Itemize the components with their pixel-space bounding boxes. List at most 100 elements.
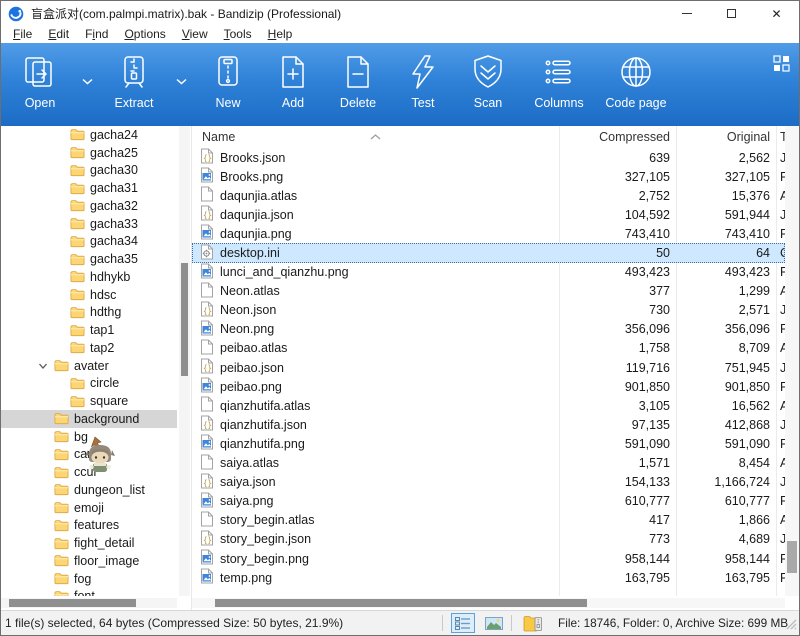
file-row-daqunjia.json[interactable]: {}daqunjia.json104,592591,944J	[192, 205, 785, 224]
file-row-peibao.json[interactable]: {}peibao.json119,716751,945J	[192, 358, 785, 377]
open-button[interactable]: Open	[9, 52, 71, 110]
file-row-qianzhutifa.atlas[interactable]: qianzhutifa.atlas3,10516,562A	[192, 396, 785, 415]
tree-item-ccui[interactable]: ccui	[1, 463, 177, 481]
new-button[interactable]: New	[197, 52, 259, 110]
tree-item-gacha25[interactable]: gacha25	[1, 144, 177, 162]
thumbnail-view-button[interactable]	[482, 614, 506, 632]
tree-item-floor_image[interactable]: floor_image	[1, 552, 177, 570]
tree-item-font[interactable]: font	[1, 588, 177, 597]
column-header-compressed[interactable]: Compressed	[559, 130, 676, 144]
file-row-story_begin.atlas[interactable]: story_begin.atlas4171,866A	[192, 511, 785, 530]
open-dropdown-button[interactable]	[74, 61, 100, 101]
tree-item-gacha30[interactable]: gacha30	[1, 162, 177, 180]
menu-edit[interactable]: Edit	[40, 26, 77, 43]
tree-item-dungeon_list[interactable]: dungeon_list	[1, 481, 177, 499]
scan-button[interactable]: Scan	[457, 52, 519, 110]
file-row-Neon.png[interactable]: Neon.png356,096356,096P	[192, 320, 785, 339]
tree-item-hdsc[interactable]: hdsc	[1, 286, 177, 304]
file-row-Neon.atlas[interactable]: Neon.atlas3771,299A	[192, 282, 785, 301]
tree-item-gacha32[interactable]: gacha32	[1, 197, 177, 215]
tree-item-tap2[interactable]: tap2	[1, 339, 177, 357]
list-horizontal-scrollbar[interactable]	[192, 598, 785, 608]
file-row-Brooks.json[interactable]: {}Brooks.json6392,562J	[192, 148, 785, 167]
sidebar-vertical-scrollbar-thumb[interactable]	[181, 263, 188, 376]
add-button[interactable]: Add	[262, 52, 324, 110]
list-horizontal-scrollbar-thumb[interactable]	[215, 599, 587, 607]
file-row-saiya.atlas[interactable]: saiya.atlas1,5718,454A	[192, 454, 785, 473]
file-row-daqunjia.atlas[interactable]: daqunjia.atlas2,75215,376A	[192, 186, 785, 205]
file-row-saiya.json[interactable]: {}saiya.json154,1331,166,724J	[192, 473, 785, 492]
svg-text:{}: {}	[203, 535, 212, 544]
menu-tools[interactable]: Tools	[216, 26, 260, 43]
test-button[interactable]: Test	[392, 52, 454, 110]
file-row-peibao.atlas[interactable]: peibao.atlas1,7588,709A	[192, 339, 785, 358]
file-row-qianzhutifa.json[interactable]: {}qianzhutifa.json97,135412,868J	[192, 415, 785, 434]
json-file-icon: {}	[200, 530, 214, 549]
tree-item-hdthg[interactable]: hdthg	[1, 304, 177, 322]
tree-item-fight_detail[interactable]: fight_detail	[1, 534, 177, 552]
open-archive-folder-button[interactable]	[520, 613, 546, 633]
file-row-desktop.ini[interactable]: desktop.ini5064C	[192, 243, 785, 262]
columns-button[interactable]: Columns	[522, 52, 596, 110]
close-button[interactable]: ✕	[754, 1, 799, 26]
file-row-daqunjia.png[interactable]: daqunjia.png743,410743,410P	[192, 224, 785, 243]
tree-item-hdhykb[interactable]: hdhykb	[1, 268, 177, 286]
tree-item-gacha31[interactable]: gacha31	[1, 179, 177, 197]
tree-item-emoji[interactable]: emoji	[1, 499, 177, 517]
column-header-original[interactable]: Original	[676, 130, 776, 144]
tree-item-tap1[interactable]: tap1	[1, 321, 177, 339]
tree-item-avater[interactable]: avater	[1, 357, 177, 375]
codepage-label: Code page	[605, 96, 666, 110]
tree-item-gacha33[interactable]: gacha33	[1, 215, 177, 233]
file-row-Brooks.png[interactable]: Brooks.png327,105327,105P	[192, 167, 785, 186]
menubar: FileEditFindOptionsViewToolsHelp	[1, 26, 799, 43]
column-header-type[interactable]: T	[776, 130, 785, 144]
menu-help[interactable]: Help	[260, 26, 301, 43]
extract-dropdown-button[interactable]	[168, 61, 194, 101]
file-row-lunci_and_qianzhu.png[interactable]: lunci_and_qianzhu.png493,423493,423P	[192, 263, 785, 282]
menu-view[interactable]: View	[174, 26, 216, 43]
menu-options[interactable]: Options	[116, 26, 173, 43]
tree-item-label: dungeon_list	[74, 483, 145, 497]
file-row-temp.png[interactable]: temp.png163,795163,795P	[192, 568, 785, 587]
file-name: desktop.ini	[220, 246, 280, 260]
layout-panes-icon[interactable]	[773, 55, 790, 77]
minimize-button[interactable]	[664, 1, 709, 26]
details-view-button[interactable]	[451, 613, 475, 633]
tree-item-bg[interactable]: bg	[1, 428, 177, 446]
file-original-size: 1,166,724	[676, 475, 776, 489]
menu-file[interactable]: File	[5, 26, 40, 43]
tree-item-fog[interactable]: fog	[1, 570, 177, 588]
tree-item-background[interactable]: background	[1, 410, 177, 428]
file-row-story_begin.png[interactable]: story_begin.png958,144958,144P	[192, 549, 785, 568]
list-vertical-scrollbar[interactable]	[785, 126, 799, 596]
menu-find[interactable]: Find	[77, 26, 116, 43]
sidebar-vertical-scrollbar[interactable]	[179, 126, 190, 596]
tree-item-square[interactable]: square	[1, 392, 177, 410]
tree-item-circle[interactable]: circle	[1, 375, 177, 393]
tree-item-gacha24[interactable]: gacha24	[1, 126, 177, 144]
delete-button[interactable]: Delete	[327, 52, 389, 110]
file-row-qianzhutifa.png[interactable]: qianzhutifa.png591,090591,090P	[192, 434, 785, 453]
tree-item-gacha35[interactable]: gacha35	[1, 250, 177, 268]
file-row-peibao.png[interactable]: peibao.png901,850901,850P	[192, 377, 785, 396]
sidebar-horizontal-scrollbar-thumb[interactable]	[9, 599, 136, 607]
list-vertical-scrollbar-thumb[interactable]	[787, 541, 797, 573]
maximize-button[interactable]	[709, 1, 754, 26]
tree-collapse-icon[interactable]	[38, 362, 54, 370]
file-row-story_begin.json[interactable]: {}story_begin.json7734,689J	[192, 530, 785, 549]
tree-item-features[interactable]: features	[1, 517, 177, 535]
column-header-name[interactable]: Name	[192, 130, 559, 144]
tree-item-card[interactable]: card	[1, 446, 177, 464]
window-resize-grip[interactable]	[785, 618, 797, 633]
file-row-Neon.json[interactable]: {}Neon.json7302,571J	[192, 301, 785, 320]
codepage-button[interactable]: Code page	[599, 52, 673, 110]
json-file-icon: {}	[200, 148, 214, 167]
file-original-size: 412,868	[676, 418, 776, 432]
file-name: Brooks.json	[220, 151, 285, 165]
file-row-saiya.png[interactable]: saiya.png610,777610,777P	[192, 492, 785, 511]
extract-button[interactable]: Extract	[103, 52, 165, 110]
tree-item-gacha34[interactable]: gacha34	[1, 233, 177, 251]
extract-icon	[116, 52, 152, 92]
sidebar-horizontal-scrollbar[interactable]	[1, 598, 177, 608]
